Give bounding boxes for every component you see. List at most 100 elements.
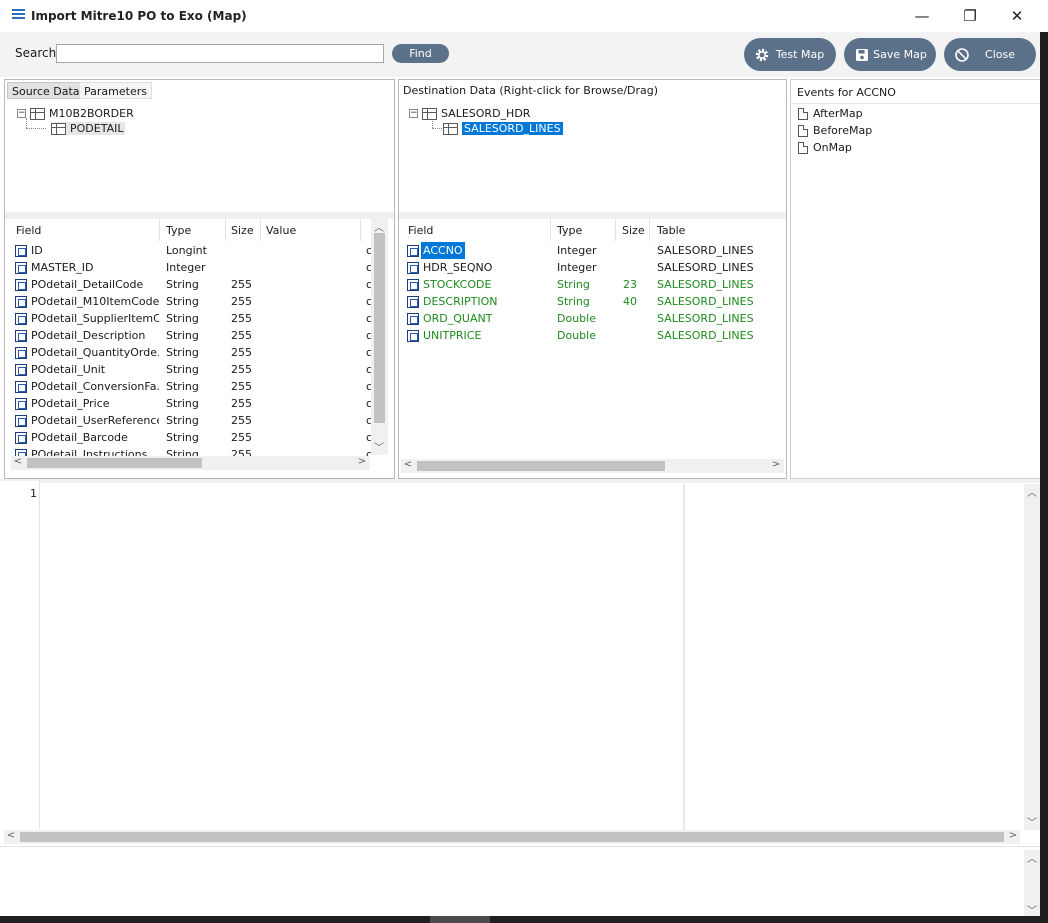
destination-header: Destination Data (Right-click for Browse… bbox=[403, 84, 659, 97]
destination-data-panel: Destination Data (Right-click for Browse… bbox=[398, 79, 787, 479]
splitter[interactable] bbox=[0, 479, 1040, 483]
destination-grid-header: Field Type Size Table bbox=[399, 219, 786, 241]
tree-node-m10b2border[interactable]: − M10B2BORDER bbox=[17, 107, 134, 120]
restore-button[interactable]: ❐ bbox=[947, 4, 993, 28]
source-horizontal-scrollbar[interactable]: < > bbox=[11, 456, 370, 470]
source-data-panel: Source Data Parameters − M10B2BORDER POD… bbox=[4, 79, 395, 479]
table-row[interactable]: POdetail_Instructions String 255 c bbox=[15, 446, 371, 456]
field-icon bbox=[15, 448, 27, 456]
close-button[interactable]: Close bbox=[944, 38, 1036, 71]
source-vertical-scrollbar[interactable]: ︿ ﹀ bbox=[371, 219, 388, 455]
table-row[interactable]: UNITPRICE Double SALESORD_LINES bbox=[407, 327, 782, 344]
table-row[interactable]: POdetail_SupplierItemC... String 255 c bbox=[15, 310, 371, 327]
tree-connector bbox=[26, 128, 46, 129]
table-row[interactable]: POdetail_Barcode String 255 c bbox=[15, 429, 371, 446]
destination-horizontal-scrollbar[interactable]: < > bbox=[401, 459, 784, 473]
col-value[interactable]: Value bbox=[266, 224, 296, 237]
search-input[interactable] bbox=[56, 44, 384, 63]
field-icon bbox=[15, 295, 27, 308]
table-row[interactable]: POdetail_Price String 255 c bbox=[15, 395, 371, 412]
scroll-up-icon[interactable]: ︿ bbox=[1025, 484, 1039, 499]
scroll-up-icon[interactable]: ︿ bbox=[1025, 850, 1039, 865]
table-icon bbox=[422, 107, 437, 120]
col-field[interactable]: Field bbox=[16, 224, 41, 237]
field-icon bbox=[407, 261, 419, 274]
tree-node-salesord-hdr[interactable]: − SALESORD_HDR bbox=[409, 107, 530, 120]
test-map-button[interactable]: Test Map bbox=[744, 38, 836, 71]
scroll-down-icon[interactable]: ﹀ bbox=[1025, 814, 1039, 829]
scroll-thumb[interactable] bbox=[20, 832, 1004, 842]
tree-node-podetail[interactable]: PODETAIL bbox=[51, 122, 126, 135]
table-row[interactable]: POdetail_ConversionFa... String 255 c bbox=[15, 378, 371, 395]
document-icon bbox=[798, 107, 808, 120]
table-icon bbox=[443, 122, 458, 135]
output-pane[interactable] bbox=[0, 846, 1048, 916]
col-table[interactable]: Table bbox=[657, 224, 685, 237]
minimize-button[interactable]: — bbox=[899, 4, 945, 28]
table-row[interactable]: ACCNO Integer SALESORD_LINES bbox=[407, 242, 782, 259]
code-area[interactable] bbox=[44, 485, 680, 825]
table-row[interactable]: MASTER_ID Integer c bbox=[15, 259, 371, 276]
tab-parameters[interactable]: Parameters bbox=[79, 82, 152, 99]
save-map-button[interactable]: Save Map bbox=[844, 38, 936, 71]
event-item-aftermap[interactable]: AfterMap bbox=[798, 107, 863, 120]
table-row[interactable]: POdetail_Description String 255 c bbox=[15, 327, 371, 344]
tree-node-salesord-lines[interactable]: SALESORD_LINES bbox=[443, 122, 563, 135]
field-icon bbox=[15, 363, 27, 376]
editor-divider[interactable] bbox=[683, 484, 685, 830]
table-row[interactable]: POdetail_UserReference String 255 c bbox=[15, 412, 371, 429]
tab-source-data[interactable]: Source Data bbox=[7, 82, 85, 99]
table-row[interactable]: ID Longint c bbox=[15, 242, 371, 259]
scroll-down-icon[interactable]: ﹀ bbox=[1025, 902, 1039, 917]
table-row[interactable]: DESCRIPTION String 40 SALESORD_LINES bbox=[407, 293, 782, 310]
destination-grid-body: ACCNO Integer SALESORD_LINES HDR_SEQNO Inte… bbox=[399, 242, 786, 452]
source-grid-header: Field Type Size Value bbox=[5, 219, 377, 241]
scroll-thumb[interactable] bbox=[417, 461, 665, 471]
document-icon bbox=[798, 124, 808, 137]
scroll-thumb[interactable] bbox=[27, 458, 202, 468]
scroll-right-icon[interactable]: > bbox=[355, 456, 369, 467]
col-size[interactable]: Size bbox=[622, 224, 645, 237]
col-type[interactable]: Type bbox=[557, 224, 582, 237]
scroll-up-icon[interactable]: ︿ bbox=[372, 219, 386, 234]
table-row[interactable]: ORD_QUANT Double SALESORD_LINES bbox=[407, 310, 782, 327]
save-icon bbox=[852, 45, 872, 65]
splitter[interactable] bbox=[399, 212, 786, 219]
editor-horizontal-scrollbar[interactable]: < > bbox=[4, 830, 1020, 844]
field-icon bbox=[15, 414, 27, 427]
scroll-left-icon[interactable]: < bbox=[11, 456, 25, 467]
table-row[interactable]: POdetail_M10ItemCode String 255 c bbox=[15, 293, 371, 310]
field-icon bbox=[15, 431, 27, 444]
table-row[interactable]: STOCKCODE String 23 SALESORD_LINES bbox=[407, 276, 782, 293]
field-icon bbox=[15, 278, 27, 291]
taskbar-item[interactable] bbox=[430, 916, 490, 923]
collapse-icon[interactable]: − bbox=[17, 109, 26, 118]
close-window-button[interactable]: ✕ bbox=[994, 4, 1040, 28]
search-label: Search bbox=[15, 46, 57, 60]
editor-vertical-scrollbar[interactable]: ︿ ﹀ bbox=[1024, 484, 1040, 830]
table-row[interactable]: POdetail_QuantityOrde... String 255 c bbox=[15, 344, 371, 361]
table-icon bbox=[51, 122, 66, 135]
events-panel: Events for ACCNO AfterMap BeforeMap OnMa… bbox=[790, 79, 1041, 479]
output-vertical-scrollbar[interactable]: ︿ ﹀ bbox=[1024, 850, 1040, 917]
col-size[interactable]: Size bbox=[231, 224, 254, 237]
scroll-left-icon[interactable]: < bbox=[401, 459, 415, 470]
scroll-right-icon[interactable]: > bbox=[1006, 830, 1020, 841]
window-title: Import Mitre10 PO to Exo (Map) bbox=[31, 9, 247, 23]
table-row[interactable]: POdetail_Unit String 255 c bbox=[15, 361, 371, 378]
col-field[interactable]: Field bbox=[408, 224, 433, 237]
collapse-icon[interactable]: − bbox=[409, 109, 418, 118]
table-row[interactable]: HDR_SEQNO Integer SALESORD_LINES bbox=[407, 259, 782, 276]
scroll-thumb[interactable] bbox=[374, 233, 385, 423]
menu-icon[interactable] bbox=[12, 9, 25, 21]
splitter[interactable] bbox=[5, 212, 394, 219]
table-icon bbox=[30, 107, 45, 120]
scroll-left-icon[interactable]: < bbox=[4, 830, 18, 841]
find-button[interactable]: Find bbox=[392, 44, 449, 63]
scroll-right-icon[interactable]: > bbox=[769, 459, 783, 470]
event-item-beforemap[interactable]: BeforeMap bbox=[798, 124, 872, 137]
event-item-onmap[interactable]: OnMap bbox=[798, 141, 852, 154]
table-row[interactable]: POdetail_DetailCode String 255 c bbox=[15, 276, 371, 293]
col-type[interactable]: Type bbox=[166, 224, 191, 237]
scroll-down-icon[interactable]: ﹀ bbox=[372, 439, 386, 454]
